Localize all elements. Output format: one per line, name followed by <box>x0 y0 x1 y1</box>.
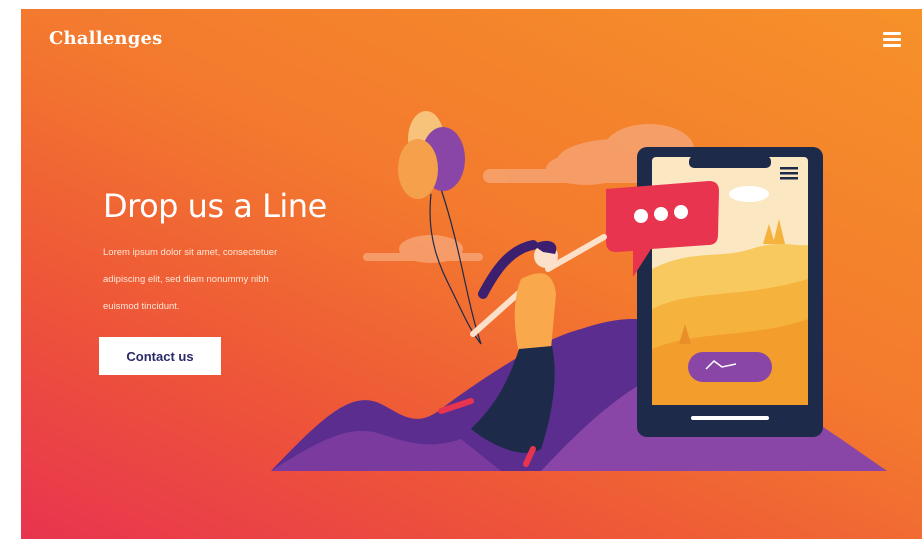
description-line: adipiscing elit, sed diam nonummy nibh <box>103 274 269 285</box>
page-heading: Drop us a Line <box>103 187 327 225</box>
balloons-icon <box>398 111 482 345</box>
cloud-icon <box>363 235 483 263</box>
hero-section: Challenges Drop us a Line Lorem ipsum do… <box>21 9 922 539</box>
hero-description: Lorem ipsum dolor sit amet, consectetuer… <box>103 239 333 320</box>
description-line: Lorem ipsum dolor sit amet, consectetuer <box>103 247 278 258</box>
description-line: euismod tincidunt. <box>103 301 180 312</box>
contact-us-button[interactable]: Contact us <box>99 337 221 375</box>
